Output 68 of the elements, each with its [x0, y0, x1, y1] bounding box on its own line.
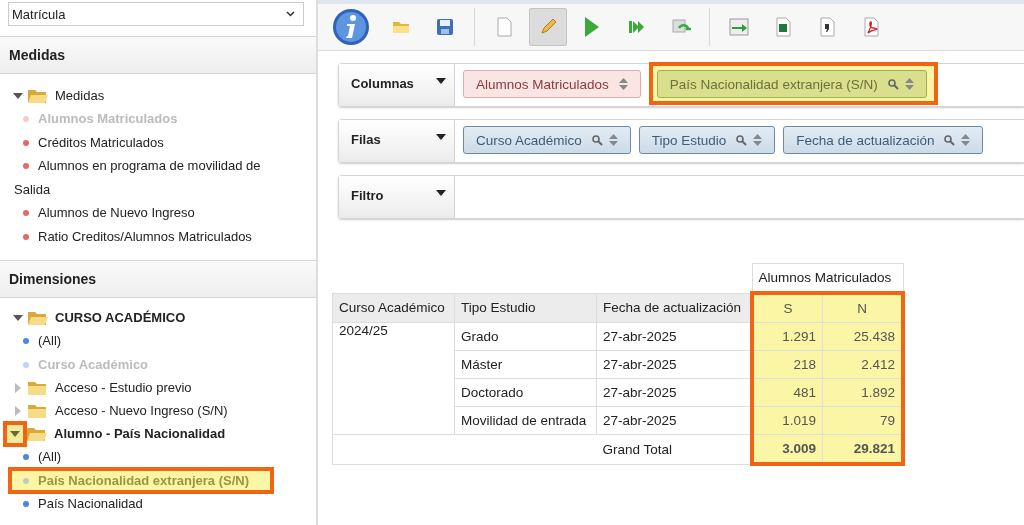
sort-icon[interactable] [618, 78, 628, 90]
table-cell: 481 [752, 378, 823, 407]
field-chip[interactable]: Fecha de actualización [783, 126, 984, 154]
tree-item[interactable]: Créditos Matriculados [14, 130, 282, 154]
field-chip[interactable]: Tipo Estudio [638, 126, 776, 154]
folder-icon [28, 87, 48, 104]
field-chip[interactable]: Alumnos Matriculados [463, 70, 641, 98]
table-cell: Movilidad de entrada [454, 406, 597, 435]
dropdown-icon [436, 134, 446, 140]
table-cell: Máster [454, 350, 597, 379]
table-cell: 79 [822, 406, 903, 435]
caret-icon[interactable] [13, 90, 23, 101]
table-cell: 1.291 [752, 322, 823, 351]
search-icon[interactable] [591, 134, 603, 146]
tree-item[interactable]: Alumnos en programa de movilidad de Salida [14, 154, 282, 201]
table-cell: 25.438 [822, 322, 903, 351]
table-cell: 218 [752, 350, 823, 379]
column-header: Fecha de actualización [596, 293, 752, 323]
folder-icon [28, 379, 48, 396]
dropdown-icon [436, 190, 446, 196]
drop-zone[interactable]: Curso Académico Tipo Estudio Fecha de actualización [455, 120, 1024, 162]
table-cell: 1.892 [822, 378, 903, 407]
caret-icon[interactable] [10, 428, 20, 439]
folder-icon [28, 402, 48, 419]
dropdown-icon [436, 78, 446, 84]
folder-icon [28, 309, 48, 326]
axis-header[interactable]: Filas [339, 120, 455, 162]
tree-folder[interactable]: CURSO ACADÉMICO [55, 310, 186, 325]
column-header: N [822, 293, 903, 323]
caret-icon[interactable] [13, 312, 23, 323]
sort-icon[interactable] [961, 134, 971, 146]
column-header: S [752, 293, 823, 323]
table-cell: 29.821 [822, 434, 903, 464]
table-cell: 1.019 [752, 406, 823, 435]
search-icon[interactable] [887, 78, 899, 90]
column-header: Tipo Estudio [454, 293, 597, 323]
edit-button[interactable] [529, 8, 567, 46]
axis-header[interactable]: Columnas [339, 64, 455, 106]
info-icon[interactable] [332, 8, 370, 46]
section-header: Dimensiones [0, 261, 316, 298]
tree-folder[interactable]: Acceso - Estudio previo [55, 380, 192, 395]
field-chip[interactable]: País Nacionalidad extranjera (S/N) [656, 70, 927, 98]
sort-icon[interactable] [608, 134, 618, 146]
search-icon[interactable] [736, 134, 748, 146]
tree-folder[interactable]: Acceso - Nuevo Ingreso (S/N) [55, 403, 228, 418]
column-header: Curso Académico [332, 293, 455, 323]
chevron-icon [286, 11, 295, 17]
cube-dropdown[interactable]: Matrícula [8, 2, 304, 26]
field-chip[interactable]: Curso Académico [463, 126, 631, 154]
table-cell: Doctorado [454, 378, 597, 407]
tree-item[interactable]: Alumnos de Nuevo Ingreso [14, 201, 282, 225]
sort-icon[interactable] [753, 134, 763, 146]
axis-header[interactable]: Filtro [339, 176, 455, 218]
table-cell: Grado [454, 322, 597, 351]
table-cell: 2.412 [822, 350, 903, 379]
tree-folder[interactable]: Medidas [55, 88, 105, 103]
folder-icon [27, 425, 47, 442]
section-header: Medidas [0, 37, 316, 74]
tree-item[interactable]: (All) [14, 329, 282, 353]
table-cell: 3.009 [752, 434, 823, 464]
tree-item[interactable]: (All) [14, 445, 282, 469]
search-icon[interactable] [944, 134, 956, 146]
table-cell: 2024/25 [332, 322, 455, 435]
tree-item[interactable]: Ratio Creditos/Alumnos Matriculados [14, 224, 282, 248]
tree-folder[interactable]: Alumno - País Nacionalidad [54, 426, 226, 441]
tree-item[interactable]: País Nacionalidad [14, 492, 282, 516]
sort-icon[interactable] [904, 78, 914, 90]
drop-zone[interactable]: Alumnos Matriculados País Nacionalidad extranjera (S/N) [455, 64, 1024, 106]
